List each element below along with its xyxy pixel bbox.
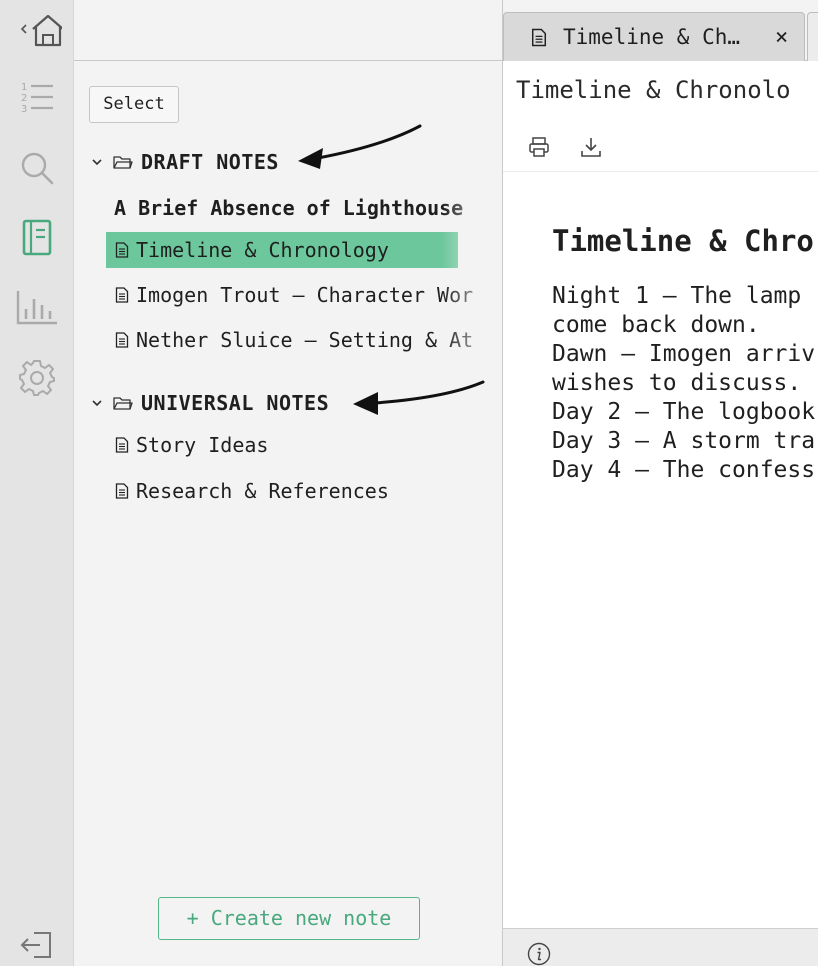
document-title-field[interactable]: Timeline & Chronolo	[516, 76, 791, 104]
document-icon	[115, 437, 129, 453]
document-icon	[115, 287, 129, 303]
tab-timeline[interactable]: Timeline & Ch… ×	[503, 12, 805, 61]
draft-title[interactable]: A Brief Absence of Lighthouse	[114, 196, 463, 220]
note-item-story-ideas[interactable]: Story Ideas	[106, 427, 268, 463]
universal-notes-group-header[interactable]: UNIVERSAL NOTES	[90, 389, 329, 417]
sidebar-header	[74, 0, 502, 61]
note-label: Imogen Trout — Character Wor	[136, 283, 474, 307]
draft-notes-title: DRAFT NOTES	[141, 150, 279, 174]
svg-text:2: 2	[21, 93, 27, 104]
editor-pane: Timeline & Ch… × Timeline & Chronolo Tim…	[502, 0, 818, 966]
select-button[interactable]: Select	[89, 86, 179, 123]
note-item-research[interactable]: Research & References	[106, 473, 389, 509]
note-line: Day 2 — The logbook	[552, 399, 816, 425]
universal-notes-title: UNIVERSAL NOTES	[141, 391, 330, 415]
download-icon[interactable]	[580, 136, 602, 158]
folder-open-icon	[113, 397, 133, 410]
note-label: Nether Sluice — Setting & At	[136, 328, 474, 352]
note-label: Timeline & Chronology	[136, 238, 389, 262]
note-content[interactable]: Timeline & Chro Night 1 — The lamp come …	[552, 224, 818, 485]
note-item-nether-sluice[interactable]: Nether Sluice — Setting & At	[106, 322, 473, 358]
numbered-list-icon: 1 2 3	[21, 82, 53, 115]
note-item-imogen-trout[interactable]: Imogen Trout — Character Wor	[106, 277, 473, 313]
tab-next[interactable]	[807, 12, 818, 61]
stats-button[interactable]	[0, 284, 74, 330]
note-line: come back down.	[552, 312, 760, 338]
note-heading: Timeline & Chro	[552, 224, 814, 258]
note-item-timeline[interactable]: Timeline & Chronology	[106, 232, 458, 268]
outline-button[interactable]: 1 2 3	[0, 74, 74, 120]
tab-bar: Timeline & Ch… ×	[503, 0, 818, 61]
note-line: wishes to discuss.	[552, 370, 802, 396]
print-icon[interactable]	[528, 136, 550, 158]
search-button[interactable]	[0, 145, 74, 191]
document-icon	[115, 242, 129, 258]
notes-button[interactable]	[0, 215, 74, 261]
notebook-icon	[22, 219, 52, 256]
document-icon	[531, 28, 547, 46]
note-line: Day 4 — The confess	[552, 457, 816, 483]
settings-button[interactable]	[0, 355, 74, 401]
close-icon[interactable]: ×	[775, 25, 788, 50]
chevron-down-icon	[92, 400, 102, 407]
chevron-down-icon	[92, 159, 102, 166]
logout-button[interactable]	[0, 922, 74, 966]
document-icon	[115, 332, 129, 348]
chart-icon	[16, 291, 57, 325]
note-label: Story Ideas	[136, 433, 269, 457]
notes-sidebar: Select DRAFT NOTES A Brief Absence of Li…	[74, 0, 502, 966]
note-line: Night 1 — The lamp	[552, 283, 802, 309]
logout-icon	[20, 932, 51, 958]
note-label: Research & References	[136, 479, 389, 503]
note-line: Day 3 — A storm tra	[552, 428, 816, 454]
app-rail: 1 2 3	[0, 0, 74, 966]
folder-open-icon	[113, 156, 133, 169]
search-icon	[21, 152, 54, 185]
svg-text:1: 1	[21, 82, 27, 93]
settings-icon	[19, 360, 55, 396]
tab-label: Timeline & Ch…	[563, 25, 741, 49]
note-line: Dawn — Imogen arriv	[552, 341, 816, 367]
overflow-fade	[442, 180, 502, 360]
home-button[interactable]	[0, 6, 74, 52]
svg-text:3: 3	[21, 104, 27, 115]
create-new-note-button[interactable]: + Create new note	[158, 897, 420, 940]
document-icon	[115, 483, 129, 499]
draft-notes-group-header[interactable]: DRAFT NOTES	[90, 148, 279, 176]
home-icon	[20, 14, 62, 47]
info-icon[interactable]	[527, 942, 551, 966]
toolbar-divider	[503, 171, 818, 172]
